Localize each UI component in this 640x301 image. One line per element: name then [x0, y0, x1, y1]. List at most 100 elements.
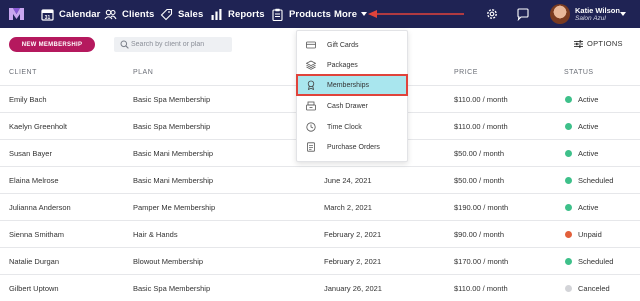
date-cell-text: March 2, 2021 — [324, 203, 372, 212]
column-header-plan[interactable]: PLAN — [133, 69, 153, 76]
menu-item-label: Gift Cards — [327, 41, 359, 49]
price-cell: $90.00 / month — [454, 221, 504, 248]
table-row[interactable]: Elaina Melrose Basic Mani Membership June … — [0, 167, 640, 194]
plan-cell: Basic Spa Membership — [133, 275, 210, 301]
status-cell: Unpaid — [565, 221, 602, 248]
search-input[interactable] — [131, 37, 229, 52]
plan-cell-text: Basic Mani Membership — [133, 176, 214, 185]
status-cell: Active — [565, 140, 598, 167]
nav-sales[interactable]: Sales — [160, 0, 203, 28]
price-cell-text: $110.00 / month — [454, 95, 508, 104]
menu-item-label: Time Clock — [327, 123, 362, 131]
nav-products[interactable]: Products — [271, 0, 331, 28]
plan-cell-text: Basic Spa Membership — [133, 95, 211, 104]
column-header-client[interactable]: CLIENT — [9, 69, 37, 76]
price-cell-text: $50.00 / month — [454, 149, 505, 158]
menu-item-label: Purchase Orders — [327, 143, 380, 151]
status-badge: Active — [578, 203, 599, 212]
chat-bubble-icon[interactable] — [516, 7, 530, 21]
price-cell: $110.00 / month — [454, 113, 508, 140]
plan-cell-text: Basic Mani Membership — [133, 149, 214, 158]
status-dot-icon — [565, 177, 572, 184]
plan-cell-text: Basic Spa Membership — [133, 284, 211, 293]
date-cell: June 24, 2021 — [324, 167, 372, 194]
status-badge: Canceled — [578, 284, 610, 293]
date-cell: January 26, 2021 — [324, 275, 382, 301]
status-badge: Scheduled — [578, 176, 614, 185]
column-header-price[interactable]: PRICE — [454, 69, 478, 76]
user-name[interactable]: Katie Wilson — [575, 6, 620, 15]
nav-products-label: Products — [289, 8, 331, 20]
clock-icon — [306, 122, 316, 132]
nav-reports[interactable]: Reports — [210, 0, 265, 28]
plan-cell: Basic Mani Membership — [133, 167, 213, 194]
plan-cell-text: Hair & Hands — [133, 230, 178, 239]
options-button[interactable]: OPTIONS — [574, 39, 623, 48]
plan-cell: Basic Spa Membership — [133, 113, 210, 140]
table-row[interactable]: Julianna Anderson Pamper Me Membership Mar… — [0, 194, 640, 221]
table-row[interactable]: Sienna Smitham Hair & Hands February 2, 20… — [0, 221, 640, 248]
menu-item-memberships[interactable]: Memberships — [296, 74, 408, 96]
menu-item-label: Packages — [327, 61, 358, 69]
status-dot-icon — [565, 123, 572, 130]
nav-clients-label: Clients — [122, 8, 155, 20]
menu-item-gift-cards[interactable]: Gift Cards — [297, 35, 407, 55]
price-cell-text: $110.00 / month — [454, 122, 508, 131]
table-row[interactable]: Natalie Durgan Blowout Membership February… — [0, 248, 640, 275]
price-cell-text: $190.00 / month — [454, 203, 509, 212]
menu-item-time-clock[interactable]: Time Clock — [297, 117, 407, 137]
settings-gear-icon[interactable] — [485, 7, 499, 21]
nav-reports-label: Reports — [228, 8, 265, 20]
plan-cell-text: Blowout Membership — [133, 257, 204, 266]
client-cell-text: Sienna Smitham — [9, 230, 65, 239]
status-dot-icon — [565, 231, 572, 238]
status-cell: Active — [565, 194, 598, 221]
price-cell-text: $50.00 / month — [454, 176, 505, 185]
client-cell-text: Kaelyn Greenholt — [9, 122, 67, 131]
column-header-status[interactable]: STATUS — [564, 69, 594, 76]
layers-icon — [306, 60, 316, 70]
client-cell-text: Gilbert Uptown — [9, 284, 59, 293]
nav-sales-label: Sales — [178, 8, 204, 20]
menu-item-packages[interactable]: Packages — [297, 55, 407, 75]
client-cell-text: Julianna Anderson — [9, 203, 71, 212]
status-badge: Active — [578, 122, 599, 131]
new-membership-button[interactable]: NEW MEMBERSHIP — [9, 37, 95, 52]
calendar-icon: 31 — [41, 8, 54, 21]
status-cell: Scheduled — [565, 167, 613, 194]
plan-cell: Hair & Hands — [133, 221, 178, 248]
options-label: OPTIONS — [587, 39, 623, 48]
date-cell: February 2, 2021 — [324, 221, 381, 248]
search-box — [114, 37, 232, 52]
caret-down-icon — [361, 12, 368, 16]
menu-item-cash-drawer[interactable]: Cash Drawer — [297, 96, 407, 116]
client-cell: Sienna Smitham — [9, 221, 64, 248]
menu-item-label: Cash Drawer — [327, 102, 368, 110]
user-business[interactable]: Salon Azul — [575, 15, 606, 22]
price-cell-text: $110.00 / month — [454, 284, 508, 293]
status-badge: Active — [578, 149, 599, 158]
top-nav-bar: 31 Calendar Clients Sales Reports Produc… — [0, 0, 640, 28]
user-menu-caret-icon[interactable] — [620, 12, 626, 16]
nav-calendar[interactable]: 31 Calendar — [41, 0, 100, 28]
app-logo-icon[interactable] — [8, 6, 25, 22]
date-cell: March 2, 2021 — [324, 194, 372, 221]
client-cell: Gilbert Uptown — [9, 275, 59, 301]
nav-clients[interactable]: Clients — [104, 0, 154, 28]
search-icon — [120, 40, 129, 49]
tag-icon — [160, 8, 173, 21]
nav-calendar-label: Calendar — [59, 8, 101, 20]
client-cell: Kaelyn Greenholt — [9, 113, 67, 140]
menu-item-purchase-orders[interactable]: Purchase Orders — [297, 137, 407, 157]
purchase-orders-icon — [307, 142, 315, 152]
users-icon — [104, 8, 117, 21]
plan-cell: Blowout Membership — [133, 248, 203, 275]
nav-more[interactable]: More — [334, 0, 368, 28]
price-cell: $110.00 / month — [454, 86, 508, 113]
client-cell-text: Natalie Durgan — [9, 257, 60, 266]
table-row[interactable]: Gilbert Uptown Basic Spa Membership Januar… — [0, 275, 640, 301]
price-cell: $50.00 / month — [454, 167, 504, 194]
chart-icon — [210, 8, 223, 21]
avatar[interactable] — [550, 4, 570, 24]
status-dot-icon — [565, 258, 572, 265]
